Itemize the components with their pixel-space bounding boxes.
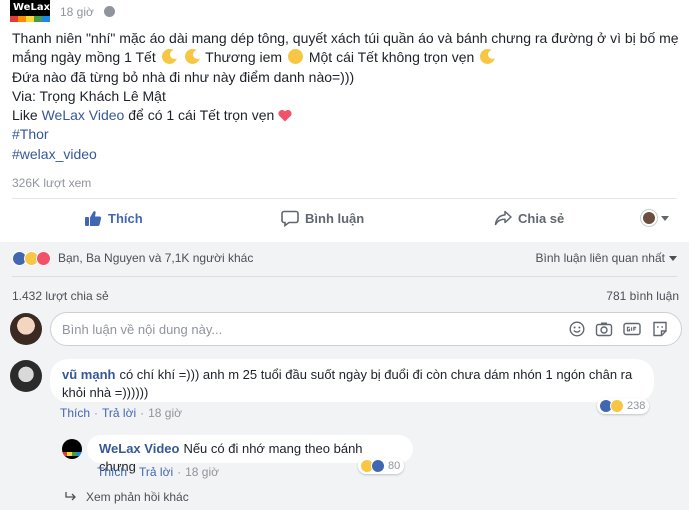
like-suffix: để có 1 cái Tết trọn vẹn: [128, 107, 275, 124]
comment-like-link[interactable]: Thích: [60, 406, 90, 420]
comment-bubble: vũ mạnh có chí khí =))) anh m 25 tuổi đầu…: [50, 359, 654, 402]
comment-time[interactable]: 18 giờ: [148, 406, 182, 420]
divider: [12, 276, 677, 277]
share-arrow-icon: [494, 210, 512, 226]
caret-down-icon: [661, 215, 669, 221]
welax-video-link[interactable]: WeLax Video: [42, 107, 125, 123]
reply-arrow-icon: [65, 492, 76, 501]
slightly-sad-emoji-icon: [287, 49, 303, 65]
speech-bubble-icon: [281, 210, 299, 227]
reply-reply-link[interactable]: Trả lời: [139, 465, 173, 479]
post-line-2-text: mắng ngày mồng 1 Tết: [12, 49, 156, 66]
comment-input[interactable]: Bình luận về nội dung này...: [50, 312, 682, 346]
globe-icon: [104, 6, 115, 17]
reply-author[interactable]: WeLax Video: [99, 441, 179, 456]
comment-sort-dropdown[interactable]: Bình luận liên quan nhất: [536, 251, 677, 265]
comment-reactions[interactable]: 238: [597, 398, 650, 414]
comment-text: có chí khí =))) anh m 25 tuổi đầu suốt n…: [119, 367, 633, 382]
haha-reaction-icon: [610, 399, 624, 413]
reply-actions: Thích · Trả lời · 18 giờ: [97, 465, 219, 479]
separator: ·: [140, 406, 145, 420]
moon-face-emoji-icon: [161, 49, 179, 65]
avatar: [10, 313, 42, 345]
comment-actions: Thích · Trả lời · 18 giờ: [60, 406, 182, 420]
comment-reply-link[interactable]: Trả lời: [102, 406, 136, 420]
comment-count[interactable]: 781 bình luận: [606, 289, 679, 303]
like-prefix: Like: [12, 107, 38, 124]
comment-sort-label: Bình luận liên quan nhất: [535, 251, 665, 265]
thumbs-up-icon: [85, 210, 102, 226]
gif-icon[interactable]: [623, 321, 641, 337]
moon-face-emoji-icon: [480, 49, 498, 65]
post-line-2: mắng ngày mồng 1 Tết Thương iem Một cái …: [12, 48, 682, 67]
post-line-6: #Thor: [12, 125, 682, 144]
post-body: Thanh niên "nhí" mặc áo dài mang dép tôn…: [12, 29, 682, 164]
comment-button-label: Bình luận: [305, 210, 365, 226]
hashtag-thor[interactable]: #Thor: [12, 126, 49, 142]
view-more-replies-label: Xem phản hồi khác: [86, 490, 189, 504]
comment-input-placeholder: Bình luận về nội dung này...: [62, 322, 223, 337]
caret-down-icon: [669, 255, 677, 261]
comment-line-1: vũ mạnh có chí khí =))) anh m 25 tuổi đầu…: [62, 366, 642, 384]
moon-face-emoji-icon: [184, 49, 202, 65]
separator: ·: [94, 406, 99, 420]
separator: ·: [131, 465, 136, 479]
comment-reaction-count: 238: [627, 400, 646, 412]
post-line-5: Like WeLax Video để có 1 cái Tết trọn vẹ…: [12, 106, 682, 125]
logo-color-bar: [10, 16, 50, 22]
divider: [12, 198, 677, 199]
like-reaction-icon: [371, 459, 385, 473]
reply-reaction-count: 80: [388, 460, 401, 472]
love-reaction-icon: [36, 250, 51, 266]
post-header: WeLax 18 giờ: [0, 0, 689, 26]
like-button[interactable]: Thích: [84, 208, 143, 228]
avatar[interactable]: [10, 360, 42, 392]
post-line-7: #welax_video: [12, 145, 682, 164]
post-timestamp[interactable]: 18 giờ: [60, 5, 94, 19]
post-line-2-text-c: Một cái Tết không trọn vẹn: [308, 49, 475, 66]
view-more-replies[interactable]: Xem phản hồi khác: [64, 490, 189, 504]
reply-reactions[interactable]: 80: [358, 458, 405, 474]
page-logo[interactable]: WeLax: [10, 0, 50, 22]
comment-author[interactable]: vũ mạnh: [62, 367, 115, 382]
share-button[interactable]: Chia sẻ: [494, 208, 564, 228]
page-logo-text: WeLax: [13, 2, 50, 13]
logo-color-bar: [62, 452, 82, 456]
avatar[interactable]: [62, 439, 82, 459]
like-button-label: Thích: [108, 210, 143, 226]
share-button-label: Chia sẻ: [518, 210, 565, 226]
post-line-3: Đứa nào đã từng bỏ nhà đi như này điểm d…: [12, 68, 355, 85]
camera-icon[interactable]: [595, 321, 613, 337]
heart-icon: [278, 110, 292, 122]
post-line-2-text-b: Thương iem: [205, 49, 283, 66]
separator: ·: [177, 465, 182, 479]
comment-button[interactable]: Bình luận: [281, 208, 364, 228]
view-count: 326K lượt xem: [12, 176, 92, 190]
reply-like-link[interactable]: Thích: [97, 465, 127, 479]
post-as-selector[interactable]: [641, 208, 669, 228]
post-line-1: Thanh niên "nhí" mặc áo dài mang dép tôn…: [12, 30, 679, 46]
share-count[interactable]: 1.432 lượt chia sẻ: [12, 289, 109, 303]
reaction-summary[interactable]: Bạn, Ba Nguyen và 7,1K người khác: [12, 250, 253, 266]
reply-time[interactable]: 18 giờ: [185, 465, 219, 479]
sticker-icon[interactable]: [651, 321, 669, 337]
post-line-4: Via: Trọng Khách Lê Mật: [12, 87, 166, 104]
hashtag-welax-video[interactable]: #welax_video: [12, 146, 97, 162]
emoji-icon[interactable]: [568, 321, 586, 337]
reaction-summary-text: Bạn, Ba Nguyen và 7,1K người khác: [58, 251, 254, 265]
comment-text-line-2: khỏi nhà =)))))): [62, 385, 149, 400]
avatar: [641, 210, 657, 226]
